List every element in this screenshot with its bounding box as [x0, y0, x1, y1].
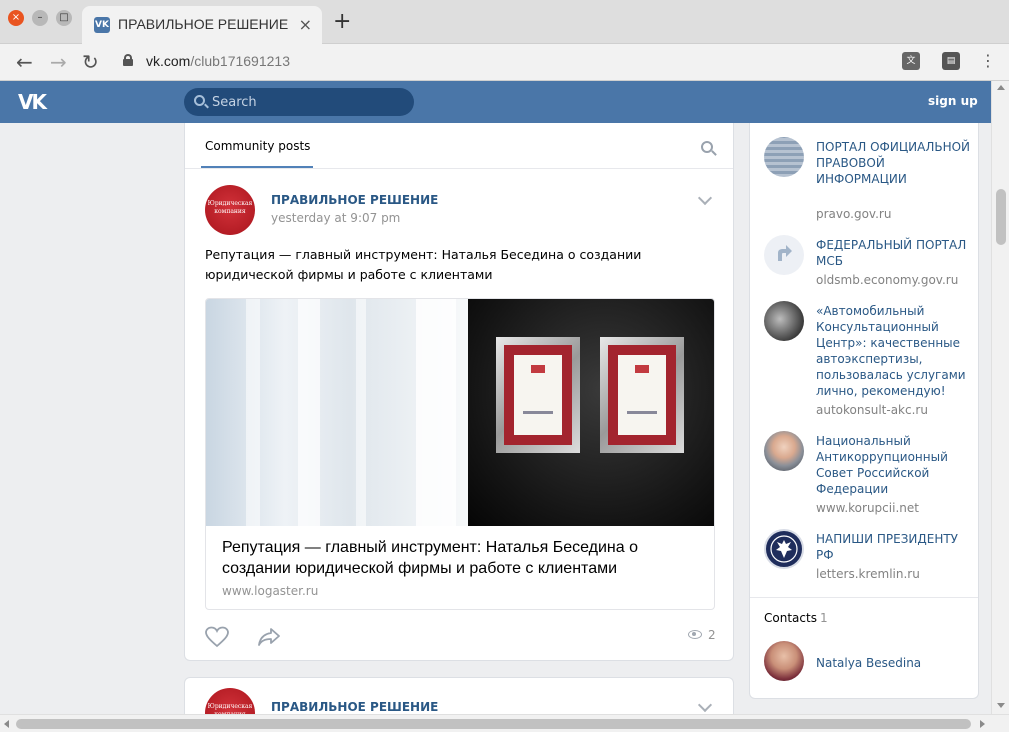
community-avatar[interactable]: Юридическая компания — [205, 688, 255, 714]
eagle-emblem-icon — [770, 535, 798, 563]
link-avatar — [764, 431, 804, 471]
post-author-link[interactable]: ПРАВИЛЬНОЕ РЕШЕНИЕ — [271, 700, 438, 714]
links-sidebar: ПОРТАЛ ОФИЦИАЛЬНОЙ ПРАВОВОЙ ИНФОРМАЦИИ p… — [749, 123, 979, 699]
diploma-frame — [496, 337, 580, 453]
link-url: pravo.gov.ru — [816, 207, 892, 221]
window-close-button[interactable]: × — [8, 10, 24, 26]
chevron-down-icon[interactable] — [697, 190, 713, 206]
clipboard-extension-icon[interactable]: ▤ — [942, 52, 960, 70]
avatar-brand-text: Юридическая компания — [207, 200, 253, 215]
lock-icon[interactable] — [123, 54, 133, 66]
vk-logo[interactable]: VK — [18, 90, 47, 114]
link-avatar — [764, 235, 804, 275]
scroll-right-arrow-icon[interactable] — [980, 720, 985, 728]
back-arrow-icon[interactable]: ← — [16, 50, 33, 74]
link-avatar — [764, 301, 804, 341]
browser-tab[interactable]: VK ПРАВИЛЬНОЕ РЕШЕНИЕ × — [82, 6, 322, 44]
post-text: Репутация — главный инструмент: Наталья … — [205, 247, 642, 282]
link-title[interactable]: «Автомобильный Консультационный Центр»: … — [816, 303, 976, 399]
eye-icon — [688, 630, 702, 639]
posts-tabs: Community posts — [185, 123, 733, 169]
tab-close-icon[interactable]: × — [299, 15, 312, 34]
link-title[interactable]: ФЕДЕРАЛЬНЫЙ ПОРТАЛ МСБ — [816, 237, 976, 269]
chevron-down-icon[interactable] — [697, 697, 713, 713]
diploma-frame — [600, 337, 684, 453]
url-domain: vk.com — [146, 53, 191, 69]
link-attachment[interactable]: Репутация — главный инструмент: Наталья … — [205, 298, 715, 610]
vk-header: VK sign up — [0, 81, 991, 123]
post-author-link[interactable]: ПРАВИЛЬНОЕ РЕШЕНИЕ — [271, 193, 438, 207]
new-tab-button[interactable]: + — [333, 11, 351, 33]
reload-icon[interactable]: ↻ — [82, 50, 99, 74]
post-time[interactable]: yesterday at 9:07 pm — [271, 211, 400, 225]
contact-name-link[interactable]: Natalya Besedina — [816, 656, 921, 670]
link-title[interactable]: НАПИШИ ПРЕЗИДЕНТУ РФ — [816, 531, 976, 563]
forward-arrow-icon[interactable]: → — [50, 50, 67, 74]
link-avatar — [764, 137, 804, 177]
views-count: 2 — [708, 628, 716, 642]
translate-icon[interactable]: 文 — [902, 52, 920, 70]
post-card: Юридическая компания ПРАВИЛЬНОЕ РЕШЕНИЕ — [184, 677, 734, 714]
attachment-domain: www.logaster.ru — [222, 584, 319, 598]
search-input[interactable] — [212, 88, 402, 116]
contact-avatar[interactable] — [764, 641, 804, 681]
share-arrow-icon — [778, 245, 792, 261]
address-bar: ← → ↻ vk.com/club171691213 文 ▤ ⋮ — [0, 44, 1009, 81]
attachment-title[interactable]: Репутация — главный инструмент: Наталья … — [222, 537, 702, 579]
horizontal-scrollbar[interactable] — [0, 714, 1009, 732]
browser-menu-icon[interactable]: ⋮ — [980, 52, 996, 70]
vertical-scrollbar[interactable] — [991, 81, 1009, 714]
link-url: oldsmb.economy.gov.ru — [816, 273, 959, 287]
browser-tabbar: × – □ VK ПРАВИЛЬНОЕ РЕШЕНИЕ × + — [0, 0, 1009, 44]
window-maximize-button[interactable]: □ — [56, 10, 72, 26]
share-icon[interactable] — [257, 626, 281, 648]
community-posts-card: Community posts Юридическая компания ПРА… — [184, 123, 734, 661]
community-avatar[interactable]: Юридическая компания — [205, 185, 255, 235]
sidebar-divider — [750, 597, 978, 598]
heart-icon[interactable] — [205, 626, 229, 648]
office-photo — [206, 299, 468, 526]
vertical-scroll-thumb[interactable] — [996, 189, 1006, 245]
attachment-image — [206, 299, 714, 526]
search-icon — [194, 95, 205, 106]
posts-search-icon[interactable] — [701, 141, 713, 153]
page-content: Community posts Юридическая компания ПРА… — [0, 123, 991, 714]
url-path: /club171691213 — [190, 53, 290, 69]
diplomas-photo — [468, 299, 714, 526]
horizontal-scroll-thumb[interactable] — [16, 719, 971, 729]
contacts-label[interactable]: Contacts — [764, 611, 817, 625]
link-url: letters.kremlin.ru — [816, 567, 920, 581]
tab-community-posts[interactable]: Community posts — [205, 139, 310, 153]
sign-up-link[interactable]: sign up — [928, 94, 978, 108]
link-avatar — [764, 529, 804, 569]
scroll-down-arrow-icon[interactable] — [997, 703, 1005, 708]
search-box[interactable] — [184, 88, 414, 116]
link-url: www.korupcii.net — [816, 501, 919, 515]
tab-title: ПРАВИЛЬНОЕ РЕШЕНИЕ — [118, 16, 289, 32]
scroll-left-arrow-icon[interactable] — [4, 720, 9, 728]
scroll-up-arrow-icon[interactable] — [997, 85, 1005, 90]
link-url: autokonsult-akc.ru — [816, 403, 928, 417]
vk-favicon-icon: VK — [94, 17, 110, 33]
window-minimize-button[interactable]: – — [32, 10, 48, 26]
contacts-count: 1 — [820, 611, 828, 625]
avatar-brand-text: Юридическая компания — [207, 703, 253, 714]
link-title[interactable]: ПОРТАЛ ОФИЦИАЛЬНОЙ ПРАВОВОЙ ИНФОРМАЦИИ — [816, 139, 976, 187]
link-title[interactable]: Национальный Антикоррупционный Совет Рос… — [816, 433, 976, 497]
url-field[interactable]: vk.com/club171691213 — [146, 53, 290, 69]
active-tab-underline — [201, 166, 313, 168]
